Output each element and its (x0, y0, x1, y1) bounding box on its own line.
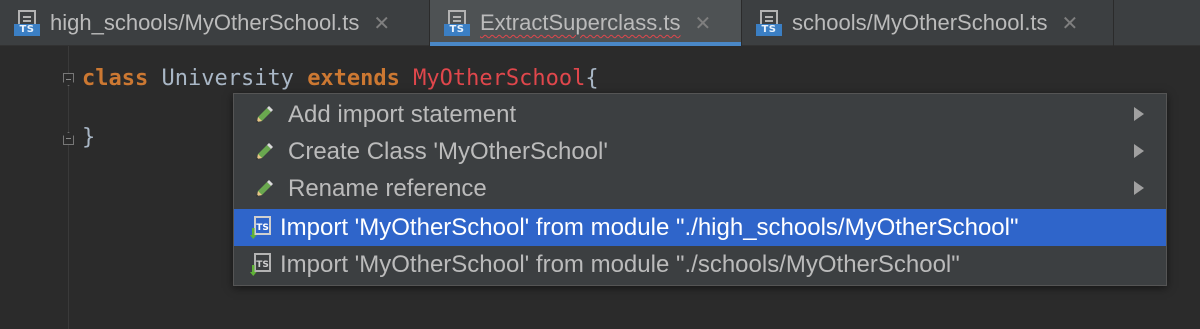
menu-item-label: Import 'MyOtherSchool' from module "./hi… (280, 213, 1019, 241)
ts-import-icon: TS (250, 215, 271, 239)
submenu-arrow-icon (1134, 144, 1144, 158)
pencil-icon (256, 105, 273, 123)
code-line-1[interactable]: class University extends MyOtherSchool{ (82, 66, 599, 91)
menu-item-import-schools[interactable]: TS Import 'MyOtherSchool' from module ".… (234, 246, 1166, 283)
class-name: University (148, 66, 308, 91)
ts-import-icon: TS (250, 252, 271, 276)
typescript-file-icon: TS (756, 10, 782, 36)
menu-item-label: Import 'MyOtherSchool' from module "./sc… (280, 250, 960, 278)
tab-high-schools-myotherschool[interactable]: TS high_schools/MyOtherSchool.ts ✕ (0, 0, 430, 46)
svg-text:TS: TS (256, 260, 269, 270)
menu-item-rename-reference[interactable]: Rename reference (234, 170, 1166, 207)
tab-label: schools/MyOtherSchool.ts (792, 10, 1048, 35)
fold-open-icon[interactable] (63, 73, 74, 86)
tab-label: high_schools/MyOtherSchool.ts (50, 10, 360, 35)
close-icon[interactable]: ✕ (373, 11, 390, 35)
typescript-file-icon: TS (14, 10, 40, 36)
code-line-2[interactable]: } (82, 125, 95, 150)
editor-tab-bar: TS high_schools/MyOtherSchool.ts ✕ TS Ex… (0, 0, 1200, 46)
menu-item-add-import-statement[interactable]: Add import statement (234, 96, 1166, 133)
typescript-file-icon: TS (444, 10, 470, 36)
menu-item-label: Create Class 'MyOtherSchool' (288, 137, 608, 165)
close-icon[interactable]: ✕ (695, 11, 712, 35)
pencil-icon (256, 179, 273, 197)
svg-text:TS: TS (256, 223, 269, 233)
tab-extractsuperclass[interactable]: TS ExtractSuperclass.ts ✕ (430, 0, 742, 46)
menu-item-label: Rename reference (288, 174, 487, 202)
tab-label: ExtractSuperclass.ts (480, 10, 681, 35)
menu-item-label: Add import statement (288, 100, 517, 128)
close-brace: } (82, 125, 96, 150)
close-icon[interactable]: ✕ (1062, 11, 1079, 35)
menu-item-import-high-schools[interactable]: TS Import 'MyOtherSchool' from module ".… (234, 209, 1166, 246)
keyword-extends: extends (307, 66, 400, 91)
submenu-arrow-icon (1134, 181, 1144, 195)
submenu-arrow-icon (1134, 107, 1144, 121)
pencil-icon (256, 142, 273, 160)
open-brace: { (585, 66, 599, 91)
unresolved-reference[interactable]: MyOtherSchool (400, 66, 585, 91)
intention-actions-popup: Add import statement Create Class 'MyOth… (233, 93, 1167, 286)
keyword-class: class (82, 66, 149, 91)
tab-schools-myotherschool[interactable]: TS schools/MyOtherSchool.ts ✕ (742, 0, 1114, 46)
fold-close-icon[interactable] (63, 132, 74, 145)
gutter-divider (68, 46, 69, 329)
menu-item-create-class[interactable]: Create Class 'MyOtherSchool' (234, 133, 1166, 170)
